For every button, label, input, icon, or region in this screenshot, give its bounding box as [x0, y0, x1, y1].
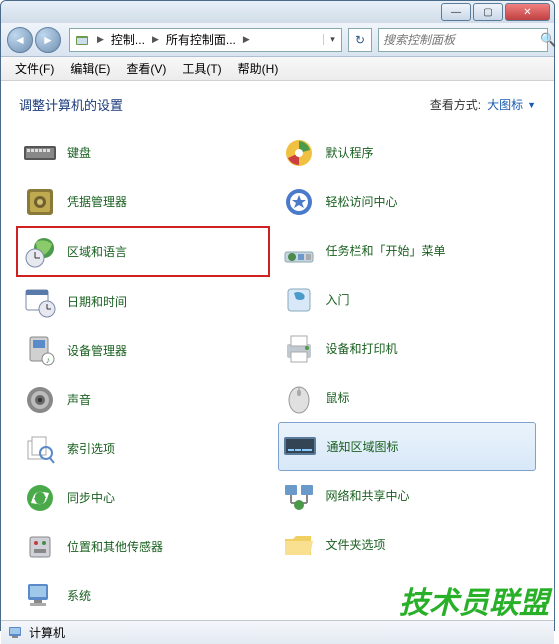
taskbar-label: 计算机 — [29, 624, 65, 641]
flag-icon — [282, 283, 316, 317]
search-box[interactable]: 🔍 — [378, 28, 548, 52]
item-taskbar-start[interactable]: 任务栏和「开始」菜单 — [278, 226, 537, 275]
item-label: 同步中心 — [67, 489, 115, 506]
item-label: 通知区域图标 — [327, 438, 399, 455]
page-title: 调整计算机的设置 — [19, 95, 123, 114]
computer-icon — [23, 579, 57, 613]
programs-icon — [282, 136, 316, 170]
item-label: 区域和语言 — [67, 243, 127, 260]
watermark-text: 技术员联盟 — [399, 578, 549, 622]
content-area: 调整计算机的设置 查看方式: 大图标 ▼ 键盘 凭据管理器 — [1, 81, 554, 630]
item-label: 网络和共享中心 — [326, 487, 410, 504]
refresh-button[interactable]: ↻ — [348, 28, 372, 52]
calendar-clock-icon — [23, 285, 57, 319]
menu-file[interactable]: 文件(F) — [7, 60, 62, 77]
item-devices-printers[interactable]: 设备和打印机 — [278, 324, 537, 373]
item-label: 文件夹选项 — [326, 536, 386, 553]
item-date-time[interactable]: 日期和时间 — [19, 277, 278, 326]
titlebar: — ▢ ✕ — [1, 1, 554, 23]
control-panel-window: — ▢ ✕ ◄ ► ▶ 控制... ▶ 所有控制面... ▶ ▾ ↻ 🔍 文件(… — [0, 0, 555, 631]
item-default-programs[interactable]: 默认程序 — [278, 128, 537, 177]
menu-edit[interactable]: 编辑(E) — [62, 60, 118, 77]
item-label: 位置和其他传感器 — [67, 538, 163, 555]
right-column: 默认程序 轻松访问中心 任务栏和「开始」菜单 入门 设备和打印机 — [278, 128, 537, 620]
svg-text:♪: ♪ — [46, 355, 51, 365]
item-label: 任务栏和「开始」菜单 — [326, 242, 446, 259]
globe-clock-icon — [23, 235, 57, 269]
item-system[interactable]: 系统 — [19, 571, 278, 620]
view-label: 查看方式: — [430, 96, 481, 113]
maximize-button[interactable]: ▢ — [473, 3, 503, 21]
item-label: 默认程序 — [326, 144, 374, 161]
address-bar[interactable]: ▶ 控制... ▶ 所有控制面... ▶ ▾ — [69, 28, 342, 52]
close-button[interactable]: ✕ — [505, 3, 550, 21]
item-device-manager[interactable]: ♪ 设备管理器 — [19, 326, 278, 375]
breadcrumb-sep: ▶ — [149, 34, 162, 45]
item-region-language[interactable]: 区域和语言 — [19, 229, 267, 274]
mouse-icon — [282, 381, 316, 415]
search-input[interactable] — [383, 33, 540, 47]
breadcrumb-icon — [70, 29, 94, 51]
item-credentials[interactable]: 凭据管理器 — [19, 177, 278, 226]
address-dropdown[interactable]: ▾ — [323, 34, 341, 45]
item-label: 系统 — [67, 587, 91, 604]
breadcrumb-sep: ▶ — [240, 34, 253, 45]
item-network-sharing[interactable]: 网络和共享中心 — [278, 471, 537, 520]
item-label: 入门 — [326, 291, 350, 308]
item-mouse[interactable]: 鼠标 — [278, 373, 537, 422]
sync-icon — [23, 481, 57, 515]
safe-icon — [23, 185, 57, 219]
view-dropdown-icon[interactable]: ▼ — [527, 100, 536, 110]
view-mode: 查看方式: 大图标 ▼ — [430, 96, 536, 113]
network-icon — [282, 479, 316, 513]
taskbar[interactable]: 计算机 — [1, 620, 554, 644]
item-label: 设备和打印机 — [326, 340, 398, 357]
printer-icon — [282, 332, 316, 366]
forward-button[interactable]: ► — [35, 27, 61, 53]
header-row: 调整计算机的设置 查看方式: 大图标 ▼ — [19, 95, 536, 114]
folder-icon — [282, 528, 316, 562]
item-getting-started[interactable]: 入门 — [278, 275, 537, 324]
breadcrumb-sep: ▶ — [94, 34, 107, 45]
device-icon: ♪ — [23, 334, 57, 368]
breadcrumb-1[interactable]: 控制... — [107, 29, 149, 51]
item-label: 索引选项 — [67, 440, 115, 457]
left-column: 键盘 凭据管理器 区域和语言 日期和时间 ♪ — [19, 128, 278, 620]
speaker-icon — [23, 383, 57, 417]
item-label: 凭据管理器 — [67, 193, 127, 210]
item-label: 鼠标 — [326, 389, 350, 406]
search-icon[interactable]: 🔍 — [540, 32, 556, 48]
tray-icon — [283, 430, 317, 464]
menu-tools[interactable]: 工具(T) — [174, 60, 229, 77]
navbar: ◄ ► ▶ 控制... ▶ 所有控制面... ▶ ▾ ↻ 🔍 — [1, 23, 554, 57]
taskbar-icon — [282, 234, 316, 268]
item-label: 设备管理器 — [67, 342, 127, 359]
item-indexing[interactable]: 索引选项 — [19, 424, 278, 473]
item-label: 键盘 — [67, 144, 91, 161]
item-label: 日期和时间 — [67, 293, 127, 310]
item-ease-of-access[interactable]: 轻松访问中心 — [278, 177, 537, 226]
menu-help[interactable]: 帮助(H) — [230, 60, 287, 77]
breadcrumb-2[interactable]: 所有控制面... — [162, 29, 240, 51]
item-label: 轻松访问中心 — [326, 193, 398, 210]
item-label: 声音 — [67, 391, 91, 408]
item-folder-options[interactable]: 文件夹选项 — [278, 520, 537, 569]
search-docs-icon — [23, 432, 57, 466]
sensor-icon — [23, 530, 57, 564]
item-sync-center[interactable]: 同步中心 — [19, 473, 278, 522]
keyboard-icon — [23, 136, 57, 170]
item-keyboard[interactable]: 键盘 — [19, 128, 278, 177]
back-button[interactable]: ◄ — [7, 27, 33, 53]
items-grid: 键盘 凭据管理器 区域和语言 日期和时间 ♪ — [19, 128, 536, 620]
item-location-sensors[interactable]: 位置和其他传感器 — [19, 522, 278, 571]
item-notification-icons[interactable]: 通知区域图标 — [278, 422, 537, 471]
ease-icon — [282, 185, 316, 219]
menu-view[interactable]: 查看(V) — [118, 60, 174, 77]
item-sound[interactable]: 声音 — [19, 375, 278, 424]
menubar: 文件(F) 编辑(E) 查看(V) 工具(T) 帮助(H) — [1, 57, 554, 81]
computer-icon — [7, 625, 23, 641]
view-mode-link[interactable]: 大图标 — [487, 96, 523, 113]
minimize-button[interactable]: — — [441, 3, 471, 21]
highlight-box: 区域和语言 — [16, 226, 270, 277]
